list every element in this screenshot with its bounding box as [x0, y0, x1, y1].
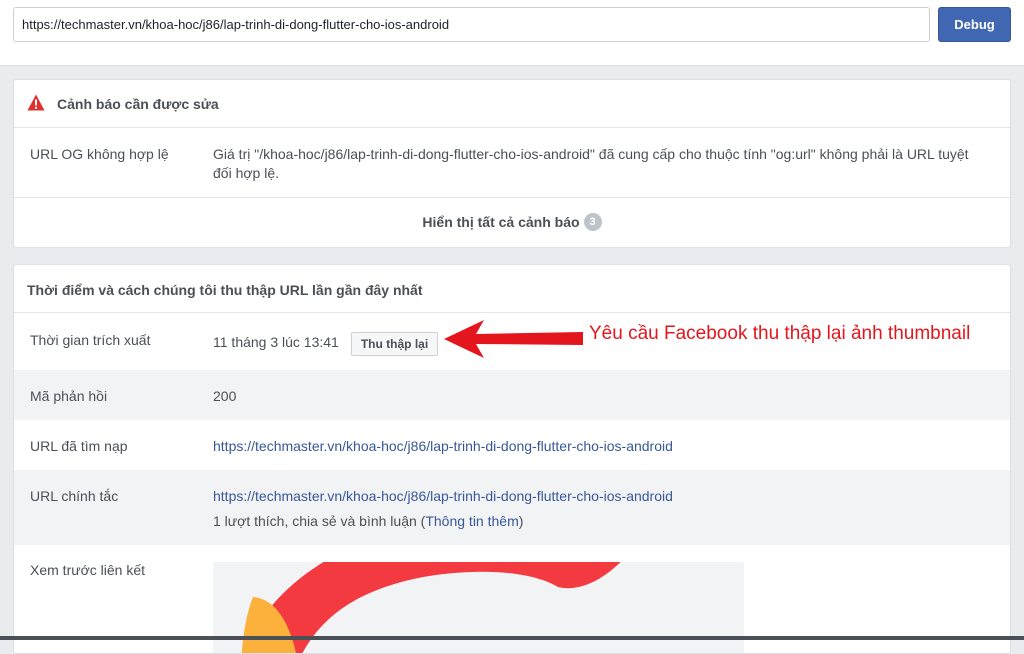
annotation-text: Yêu cầu Facebook thu thập lại ảnh thumbn…: [589, 323, 971, 344]
fetched-url-label: URL đã tìm nạp: [30, 438, 128, 454]
warnings-card: Cảnh báo cần được sửa URL OG không hợp l…: [13, 79, 1011, 248]
scrape-info-header: Thời điểm và cách chúng tôi thu thập URL…: [14, 265, 1010, 313]
scrape-info-title: Thời điểm và cách chúng tôi thu thập URL…: [27, 282, 423, 298]
url-input[interactable]: [13, 7, 930, 42]
engagement-text: 1 lượt thích, chia sẻ và bình luận (Thôn…: [213, 512, 523, 531]
warning-count-badge: 3: [583, 213, 602, 232]
show-all-warnings-label: Hiển thị tất cả cảnh báo: [422, 214, 580, 230]
engagement-close: ): [518, 513, 524, 529]
response-code-value: 200: [213, 388, 237, 404]
fetched-url-row: URL đã tìm nạp https://techmaster.vn/kho…: [14, 420, 1010, 470]
warning-icon: [27, 94, 45, 111]
warnings-header: Cảnh báo cần được sửa: [14, 80, 1010, 128]
warning-message: Giá trị "/khoa-hoc/j86/lap-trinh-di-dong…: [213, 146, 969, 181]
thumbnail-logo-graphic: [213, 562, 744, 653]
warnings-title: Cảnh báo cần được sửa: [57, 96, 219, 112]
scrape-time-label: Thời gian trích xuất: [30, 332, 151, 348]
scrape-time-value: 11 tháng 3 lúc 13:41: [213, 334, 339, 350]
fetched-url-link[interactable]: https://techmaster.vn/khoa-hoc/j86/lap-t…: [213, 437, 673, 456]
top-bar: Debug: [0, 0, 1024, 66]
link-preview-label: Xem trước liên kết: [30, 562, 146, 578]
engagement-label: 1 lượt thích, chia sẻ và bình luận (: [213, 513, 426, 529]
warning-label: URL OG không hợp lệ: [30, 146, 169, 162]
canonical-url-label: URL chính tắc: [30, 488, 119, 504]
show-all-warnings-button[interactable]: Hiển thị tất cả cảnh báo 3: [14, 197, 1010, 247]
debug-button[interactable]: Debug: [938, 7, 1011, 42]
canonical-url-row: URL chính tắc https://techmaster.vn/khoa…: [14, 470, 1010, 545]
more-info-link[interactable]: Thông tin thêm: [425, 513, 518, 529]
rescrape-button[interactable]: Thu thập lại: [351, 332, 438, 356]
bottom-edge: [0, 636, 1024, 640]
response-code-label: Mã phản hồi: [30, 388, 108, 404]
canonical-url-link[interactable]: https://techmaster.vn/khoa-hoc/j86/lap-t…: [213, 487, 673, 506]
response-code-row: Mã phản hồi 200: [14, 370, 1010, 420]
link-preview-image[interactable]: [213, 562, 744, 653]
annotation-arrow-icon: [444, 320, 583, 358]
